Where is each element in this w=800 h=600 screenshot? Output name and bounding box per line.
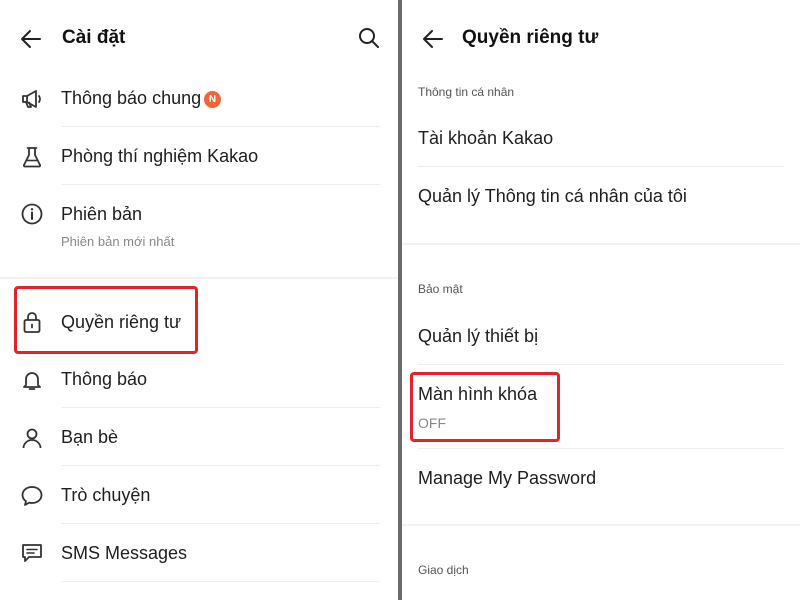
section-header-security: Bảo mật — [418, 282, 463, 296]
settings-item-notifications[interactable]: Thông báo — [0, 351, 398, 407]
settings-item-general-notice[interactable]: Thông báo chung N — [0, 70, 398, 126]
privacy-header: Quyền riêng tư — [402, 0, 800, 78]
privacy-item-label: Manage My Password — [418, 468, 597, 488]
bell-icon — [20, 368, 44, 392]
settings-item-label: Thông báo — [61, 369, 148, 389]
divider — [61, 126, 380, 127]
settings-item-sms[interactable]: SMS Messages — [0, 525, 398, 581]
section-header-transactions: Giao dịch — [418, 563, 469, 577]
settings-header: Cài đặt — [0, 0, 398, 78]
section-divider — [0, 277, 398, 279]
privacy-item-device-management[interactable]: Quản lý thiết bị — [402, 308, 800, 364]
megaphone-icon — [20, 87, 44, 111]
divider — [61, 407, 380, 408]
settings-screen: Cài đặt Thông báo chung N Phòng thí nghi… — [0, 0, 398, 600]
privacy-item-manage-password[interactable]: Manage My Password — [402, 450, 800, 506]
flask-icon — [20, 145, 44, 169]
info-icon — [20, 202, 44, 226]
divider — [418, 166, 784, 167]
privacy-item-label: Quản lý thiết bị — [418, 326, 539, 346]
privacy-item-label: Tài khoản Kakao — [418, 128, 554, 148]
settings-item-kakao-lab[interactable]: Phòng thí nghiệm Kakao — [0, 128, 398, 184]
privacy-item-kakao-account[interactable]: Tài khoản Kakao — [402, 110, 800, 166]
person-icon — [20, 426, 44, 450]
privacy-item-manage-personal-info[interactable]: Quản lý Thông tin cá nhân của tôi — [402, 168, 800, 224]
highlight-box — [410, 372, 560, 442]
new-badge: N — [204, 91, 221, 108]
page-title: Cài đặt — [62, 27, 126, 48]
section-divider — [402, 524, 800, 526]
settings-item-label: Thông báo chung — [61, 88, 202, 108]
sms-icon — [20, 541, 44, 565]
divider — [418, 364, 784, 365]
highlight-box — [14, 286, 198, 354]
settings-item-label: Trò chuyện — [61, 485, 151, 505]
settings-item-label: Bạn bè — [61, 427, 119, 447]
search-icon[interactable] — [358, 27, 380, 49]
privacy-item-label: Quản lý Thông tin cá nhân của tôi — [418, 186, 687, 206]
settings-item-friends[interactable]: Bạn bè — [0, 409, 398, 465]
divider — [61, 523, 380, 524]
divider — [61, 184, 380, 185]
section-divider — [402, 243, 800, 245]
back-arrow-icon[interactable] — [422, 28, 444, 50]
privacy-screen: Quyền riêng tư Thông tin cá nhân Tài kho… — [402, 0, 800, 600]
settings-item-sublabel: Phiên bản mới nhất — [61, 234, 175, 249]
settings-item-label: Phiên bản — [61, 204, 143, 224]
section-header-personal-info: Thông tin cá nhân — [418, 85, 515, 99]
settings-item-chats[interactable]: Trò chuyện — [0, 467, 398, 523]
page-title: Quyền riêng tư — [462, 27, 599, 48]
settings-item-label: Phòng thí nghiệm Kakao — [61, 146, 259, 166]
chat-bubble-icon — [20, 484, 44, 508]
settings-item-version[interactable]: Phiên bản Phiên bản mới nhất — [0, 186, 398, 266]
divider — [61, 465, 380, 466]
divider — [418, 448, 784, 449]
settings-item-label: SMS Messages — [61, 543, 188, 563]
divider — [61, 581, 380, 582]
back-arrow-icon[interactable] — [20, 28, 42, 50]
